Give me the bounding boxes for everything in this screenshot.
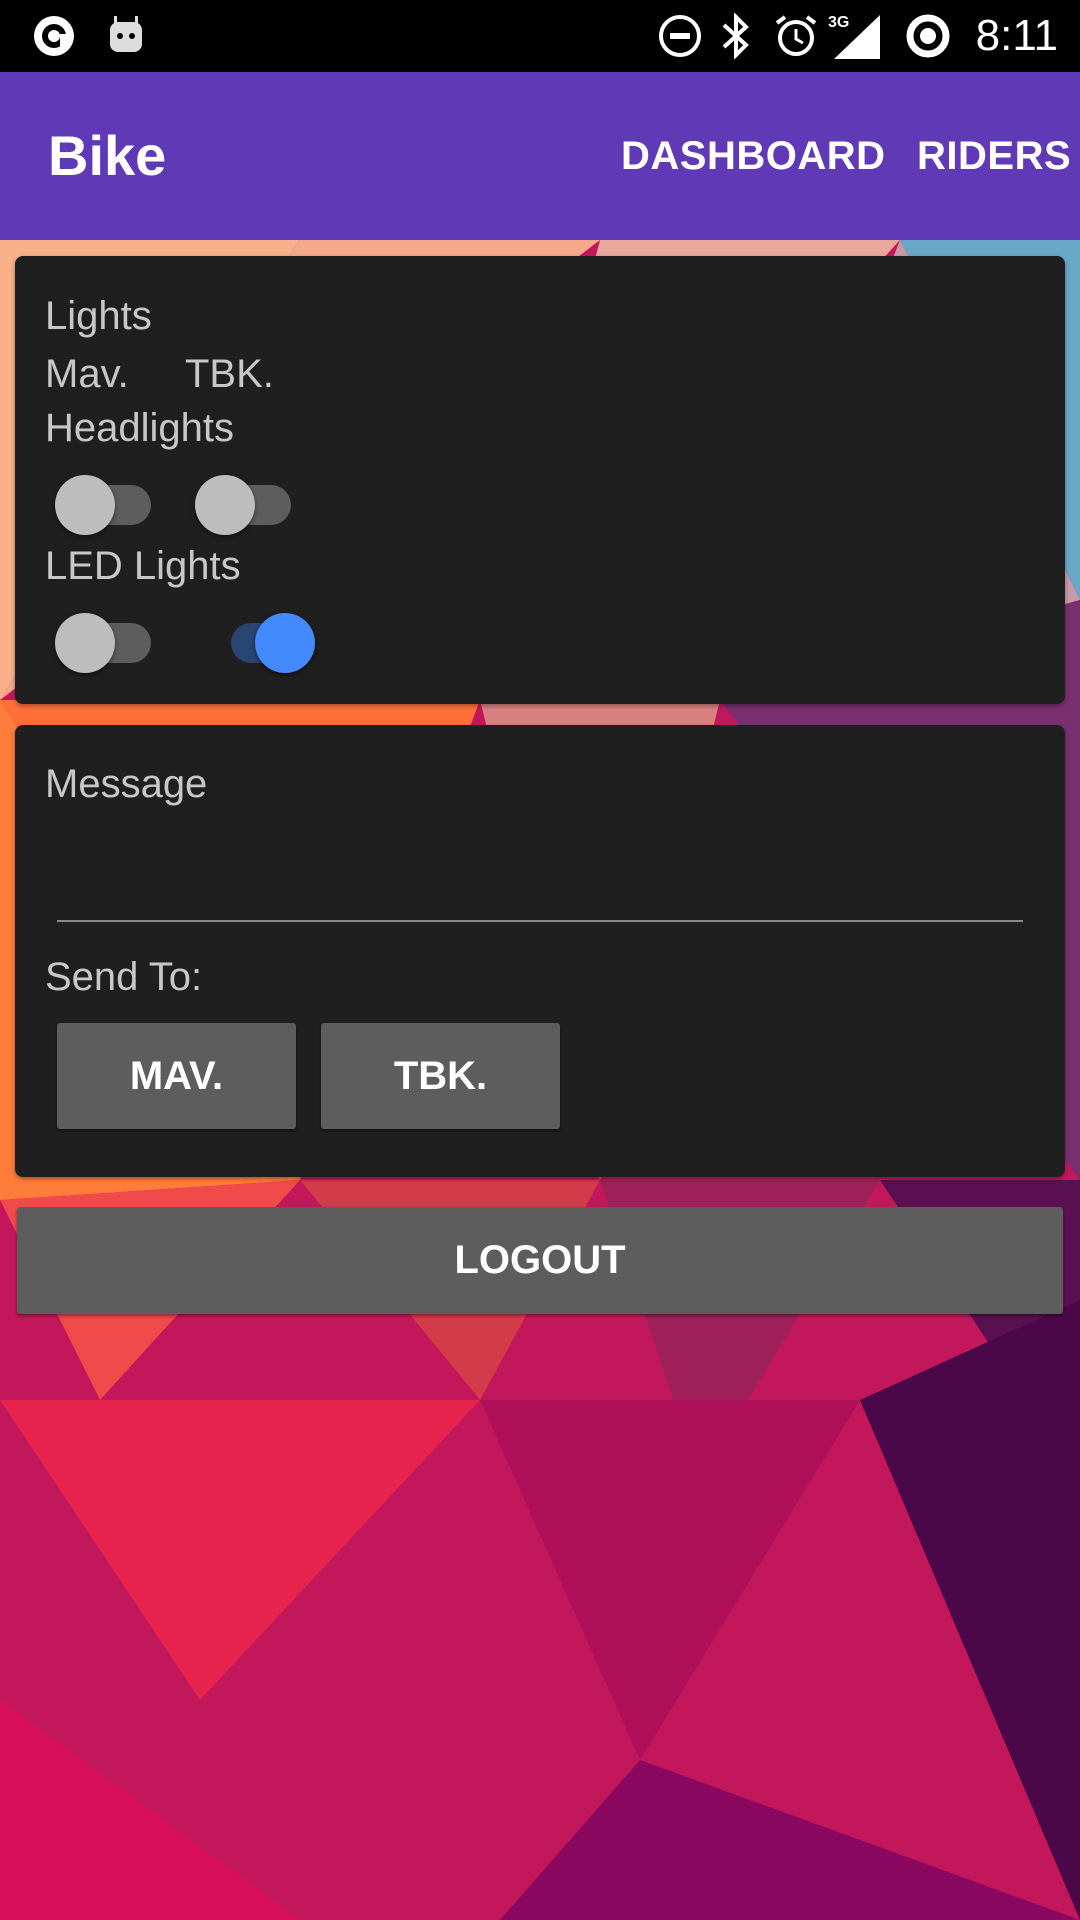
headlights-label: Headlights [45, 406, 235, 450]
alarm-icon [772, 10, 820, 62]
sync-icon [904, 10, 952, 62]
app-title: Bike [48, 124, 167, 187]
mav-column-label: Mav. [45, 352, 129, 396]
lights-card: Lights Mav. TBK. Headlights LED Lights [15, 256, 1065, 704]
message-input[interactable] [57, 823, 1023, 913]
tbk-headlights-switch[interactable] [195, 466, 295, 535]
logout-button[interactable]: LOGOUT [17, 1207, 1063, 1314]
tbk-column-label: TBK. [185, 352, 274, 396]
status-bar: 3G 8:11 [0, 0, 1080, 72]
message-underline [57, 920, 1023, 922]
led-lights-label: LED Lights [45, 544, 241, 588]
network-type-label: 3G [828, 14, 849, 31]
tbk-led-switch[interactable] [219, 604, 319, 673]
message-label: Message [45, 762, 208, 806]
do-not-disturb-icon [656, 10, 704, 62]
send-to-label: Send To: [45, 955, 203, 999]
send-mav-button[interactable]: MAV. [57, 1023, 296, 1129]
app-bar: Bike DASHBOARD RIDERS [0, 72, 1080, 240]
clock: 8:11 [975, 11, 1058, 60]
riders-tab[interactable]: RIDERS [917, 72, 1071, 240]
signal-3g-icon: 3G [828, 10, 884, 62]
message-card: Message Send To: MAV. TBK. [15, 725, 1065, 1177]
mav-headlights-switch[interactable] [55, 466, 155, 535]
send-tbk-button[interactable]: TBK. [321, 1023, 560, 1129]
dashboard-tab[interactable]: DASHBOARD [621, 72, 886, 240]
assistant-icon [28, 10, 80, 62]
bluetooth-icon [716, 10, 756, 62]
android-icon [104, 10, 148, 62]
lights-title: Lights [45, 294, 152, 338]
mav-led-switch[interactable] [55, 604, 155, 673]
